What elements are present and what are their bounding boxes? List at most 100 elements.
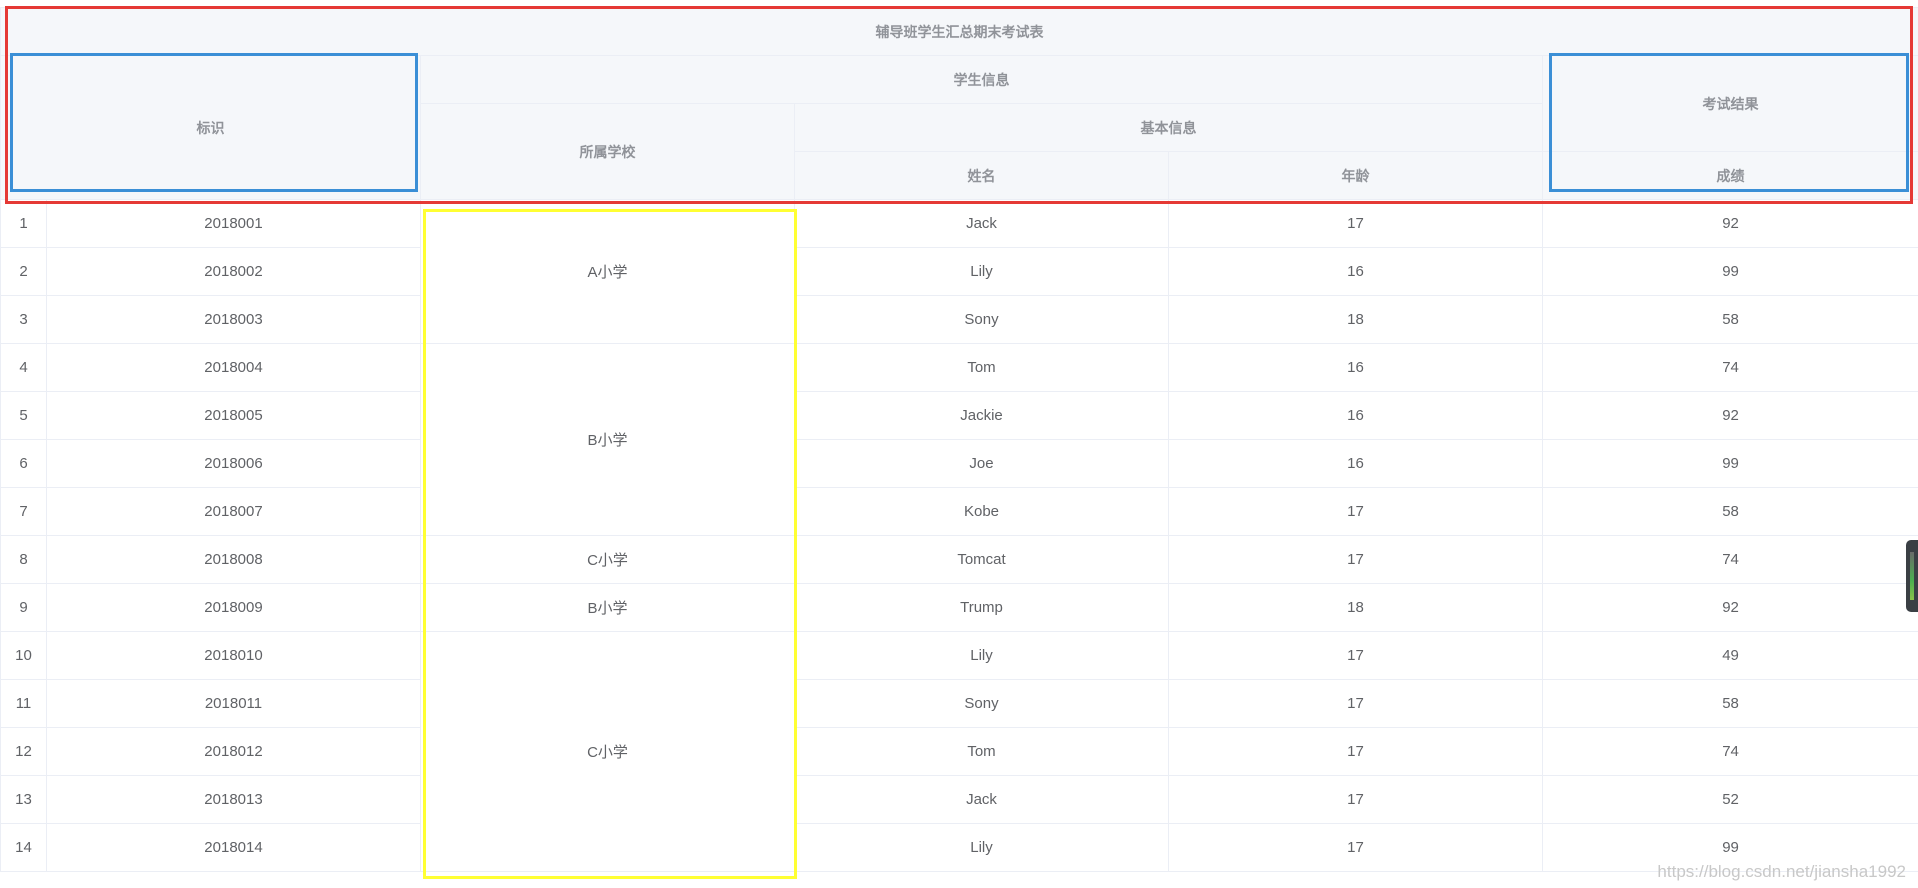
row-index: 13 [0,775,47,824]
cell-name: Lily [794,247,1169,296]
cell-score: 74 [1541,535,1918,584]
cell-score: 74 [1541,727,1918,776]
cell-id: 2018014 [46,823,421,872]
header-basic-info[interactable]: 基本信息 [794,103,1543,152]
cell-name: Tom [794,727,1169,776]
cell-school: A小学 [420,199,795,344]
row-index: 7 [0,487,47,536]
cell-id: 2018010 [46,631,421,680]
cell-age: 16 [1168,391,1543,440]
row-index: 14 [0,823,47,872]
cell-age: 17 [1168,487,1543,536]
cell-age: 17 [1168,199,1543,248]
cell-score: 99 [1541,247,1918,296]
cell-name: Kobe [794,487,1169,536]
table-row[interactable]: 1 2018001 A小学 Jack 17 92 [0,199,1918,344]
table-row[interactable]: 13 2018013 Jack 17 52 [0,775,1918,824]
table-row[interactable]: 7 2018007 Kobe 17 58 [0,487,1918,536]
table-row[interactable]: 12 2018012 Tom 17 74 [0,727,1918,776]
table-row[interactable]: 3 2018003 Sony 18 58 [0,295,1918,344]
cell-name: Jack [794,775,1169,824]
side-scroll-handle[interactable] [1906,540,1918,612]
cell-name: Jack [794,199,1169,248]
row-index: 3 [0,295,47,344]
row-index: 10 [0,631,47,680]
cell-school: C小学 [420,535,795,584]
cell-age: 17 [1168,727,1543,776]
table-row[interactable]: 11 2018011 Sony 17 58 [0,679,1918,728]
header-exam-result[interactable]: 考试结果 [1541,55,1918,152]
table-row[interactable]: 8 2018008 C小学 Tomcat 17 74 [0,535,1918,584]
table-body: 1 2018001 A小学 Jack 17 92 2 2018002 Lily 16 99 3 2018… [0,199,1918,872]
cell-score: 52 [1541,775,1918,824]
cell-id: 2018006 [46,439,421,488]
table-row[interactable]: 10 2018010 C小学 Lily 17 49 [0,631,1918,872]
cell-name: Sony [794,679,1169,728]
cell-score: 58 [1541,679,1918,728]
cell-id: 2018003 [46,295,421,344]
cell-id: 2018005 [46,391,421,440]
header-student-info[interactable]: 学生信息 [420,55,1543,104]
table-row[interactable]: 9 2018009 B小学 Trump 18 92 [0,583,1918,632]
cell-id: 2018001 [46,199,421,248]
cell-score: 92 [1541,583,1918,632]
header-age[interactable]: 年龄 [1168,151,1543,200]
cell-name: Trump [794,583,1169,632]
cell-name: Tom [794,343,1169,392]
cell-age: 17 [1168,775,1543,824]
cell-age: 16 [1168,439,1543,488]
table-row[interactable]: 14 2018014 Lily 17 99 [0,823,1918,872]
row-index: 6 [0,439,47,488]
cell-name: Joe [794,439,1169,488]
cell-id: 2018009 [46,583,421,632]
cell-school: B小学 [420,343,795,536]
table-header: 辅导班学生汇总期末考试表 标识 学生信息 考试结果 所属学校 基本信息 姓名 年… [0,7,1918,200]
cell-score: 92 [1541,199,1918,248]
page: 辅导班学生汇总期末考试表 标识 学生信息 考试结果 所属学校 基本信息 姓名 年… [0,0,1918,888]
header-score[interactable]: 成绩 [1541,151,1918,200]
cell-name: Sony [794,295,1169,344]
table-title: 辅导班学生汇总期末考试表 [0,7,1918,56]
cell-score: 99 [1541,439,1918,488]
exam-summary-table: 辅导班学生汇总期末考试表 标识 学生信息 考试结果 所属学校 基本信息 姓名 年… [0,7,1918,872]
cell-name: Tomcat [794,535,1169,584]
header-id[interactable]: 标识 [0,55,421,200]
cell-id: 2018008 [46,535,421,584]
cell-score: 49 [1541,631,1918,680]
cell-id: 2018007 [46,487,421,536]
cell-age: 18 [1168,583,1543,632]
cell-age: 17 [1168,823,1543,872]
cell-age: 17 [1168,535,1543,584]
cell-id: 2018013 [46,775,421,824]
cell-name: Lily [794,631,1169,680]
cell-score: 92 [1541,391,1918,440]
cell-age: 17 [1168,679,1543,728]
cell-id: 2018004 [46,343,421,392]
row-index: 1 [0,199,47,248]
row-index: 4 [0,343,47,392]
table-row[interactable]: 4 2018004 B小学 Tom 16 74 [0,343,1918,536]
header-school[interactable]: 所属学校 [420,103,795,200]
cell-id: 2018011 [46,679,421,728]
cell-school: B小学 [420,583,795,632]
cell-age: 18 [1168,295,1543,344]
cell-id: 2018012 [46,727,421,776]
row-index: 8 [0,535,47,584]
row-index: 11 [0,679,47,728]
watermark: https://blog.csdn.net/jiansha1992 [1657,862,1906,881]
cell-score: 58 [1541,295,1918,344]
cell-name: Jackie [794,391,1169,440]
cell-school: C小学 [420,631,795,872]
row-index: 9 [0,583,47,632]
cell-name: Lily [794,823,1169,872]
table-row[interactable]: 6 2018006 Joe 16 99 [0,439,1918,488]
row-index: 12 [0,727,47,776]
table-row[interactable]: 2 2018002 Lily 16 99 [0,247,1918,296]
cell-age: 16 [1168,343,1543,392]
scroll-level-bar [1910,552,1914,600]
row-index: 5 [0,391,47,440]
cell-score: 74 [1541,343,1918,392]
table-row[interactable]: 5 2018005 Jackie 16 92 [0,391,1918,440]
cell-age: 16 [1168,247,1543,296]
header-name[interactable]: 姓名 [794,151,1169,200]
